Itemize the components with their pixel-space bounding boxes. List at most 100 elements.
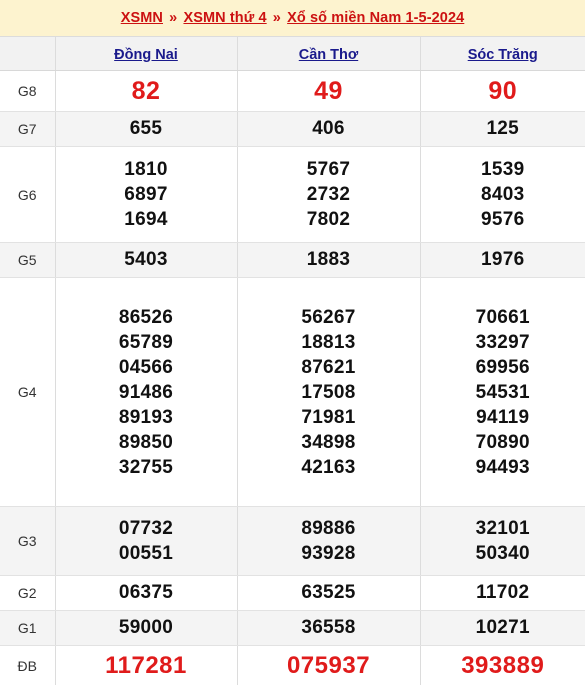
prize-number: 91486 (56, 380, 237, 405)
prize-label-g3: G3 (0, 507, 55, 576)
prize-number: 9576 (421, 207, 585, 232)
breadcrumb-link-2[interactable]: XSMN thứ 4 (183, 10, 266, 26)
prize-cell: 86526657890456691486891938985032755 (55, 278, 237, 507)
prize-cell: 82 (55, 71, 237, 112)
prize-number: 56267 (238, 305, 420, 330)
prize-number: 94493 (421, 455, 585, 480)
prize-cell: 8988693928 (237, 507, 420, 576)
prize-number: 70661 (421, 305, 585, 330)
prize-number: 71981 (238, 405, 420, 430)
table-body: G8824990G7655406125G61810689716945767273… (0, 71, 585, 685)
prize-number: 34898 (238, 430, 420, 455)
prize-number: 00551 (56, 541, 237, 566)
prize-number: 87621 (238, 355, 420, 380)
prize-number: 69956 (421, 355, 585, 380)
breadcrumb-link-0[interactable]: XSMN (121, 10, 163, 26)
table-row: G8824990 (0, 71, 585, 112)
prize-number: 5767 (238, 157, 420, 182)
prize-cell: 06375 (55, 576, 237, 611)
prize-number: 04566 (56, 355, 237, 380)
prize-number: 32755 (56, 455, 237, 480)
lottery-results-table: Đồng Nai Cần Thơ Sóc Trăng G8824990G7655… (0, 36, 585, 685)
prize-label-g4: G4 (0, 278, 55, 507)
province-link-soc-trang[interactable]: Sóc Trăng (468, 47, 538, 63)
table-row: G1590003655810271 (0, 611, 585, 646)
prize-label-g2: G2 (0, 576, 55, 611)
prize-number: 1694 (56, 207, 237, 232)
prize-number: 33297 (421, 330, 585, 355)
prize-number: 65789 (56, 330, 237, 355)
breadcrumb-separator: » (169, 10, 177, 26)
prize-cell: 5403 (55, 243, 237, 278)
prize-cell: 655 (55, 112, 237, 147)
prize-cell: 393889 (420, 646, 585, 685)
prize-cell: 3210150340 (420, 507, 585, 576)
prize-cell: 36558 (237, 611, 420, 646)
prize-label-g6: G6 (0, 147, 55, 243)
prize-number: 94119 (421, 405, 585, 430)
prize-number: 2732 (238, 182, 420, 207)
prize-number: 18813 (238, 330, 420, 355)
prize-label-đb: ĐB (0, 646, 55, 685)
prize-number: 54531 (421, 380, 585, 405)
prize-label-g8: G8 (0, 71, 55, 112)
prize-number: 50340 (421, 541, 585, 566)
prize-cell: 125 (420, 112, 585, 147)
breadcrumb-bar: XSMN » XSMN thứ 4 » Xổ số miền Nam 1-5-2… (0, 0, 585, 36)
prize-number: 6897 (56, 182, 237, 207)
prize-number: 1810 (56, 157, 237, 182)
column-header-can-tho: Cần Thơ (237, 37, 420, 71)
prize-cell: 70661332976995654531941197089094493 (420, 278, 585, 507)
breadcrumb-link-4[interactable]: Xổ số miền Nam 1-5-2024 (287, 10, 464, 26)
lottery-results-page: XSMN » XSMN thứ 4 » Xổ số miền Nam 1-5-2… (0, 0, 585, 684)
table-row: ĐB117281075937393889 (0, 646, 585, 685)
prize-number: 8403 (421, 182, 585, 207)
prize-cell: 59000 (55, 611, 237, 646)
prize-number: 93928 (238, 541, 420, 566)
prize-number: 89193 (56, 405, 237, 430)
prize-number: 1539 (421, 157, 585, 182)
prize-label-g7: G7 (0, 112, 55, 147)
column-header-dong-nai: Đồng Nai (55, 37, 237, 71)
column-header-soc-trang: Sóc Trăng (420, 37, 585, 71)
prize-number: 32101 (421, 516, 585, 541)
prize-cell: 90 (420, 71, 585, 112)
table-row: G2063756352511702 (0, 576, 585, 611)
province-link-dong-nai[interactable]: Đồng Nai (114, 47, 178, 63)
prize-label-g5: G5 (0, 243, 55, 278)
prize-cell: 075937 (237, 646, 420, 685)
prize-cell: 49 (237, 71, 420, 112)
breadcrumb: XSMN » XSMN thứ 4 » Xổ số miền Nam 1-5-2… (121, 10, 465, 26)
prize-cell: 576727327802 (237, 147, 420, 243)
prize-cell: 406 (237, 112, 420, 147)
prize-number: 42163 (238, 455, 420, 480)
table-row: G3077320055189886939283210150340 (0, 507, 585, 576)
prize-number: 70890 (421, 430, 585, 455)
prize-number: 17508 (238, 380, 420, 405)
prize-cell: 63525 (237, 576, 420, 611)
table-header-row: Đồng Nai Cần Thơ Sóc Trăng (0, 37, 585, 71)
prize-cell: 1883 (237, 243, 420, 278)
prize-label-g1: G1 (0, 611, 55, 646)
prize-number: 7802 (238, 207, 420, 232)
prize-cell: 1976 (420, 243, 585, 278)
prize-cell: 56267188138762117508719813489842163 (237, 278, 420, 507)
table-row: G486526657890456691486891938985032755562… (0, 278, 585, 507)
prize-cell: 153984039576 (420, 147, 585, 243)
table-row: G7655406125 (0, 112, 585, 147)
prize-cell: 11702 (420, 576, 585, 611)
prize-cell: 117281 (55, 646, 237, 685)
prize-cell: 10271 (420, 611, 585, 646)
table-row: G6181068971694576727327802153984039576 (0, 147, 585, 243)
corner-header-cell (0, 37, 55, 71)
prize-cell: 0773200551 (55, 507, 237, 576)
prize-number: 89850 (56, 430, 237, 455)
prize-number: 86526 (56, 305, 237, 330)
prize-number: 07732 (56, 516, 237, 541)
prize-number: 89886 (238, 516, 420, 541)
table-row: G5540318831976 (0, 243, 585, 278)
table-head: Đồng Nai Cần Thơ Sóc Trăng (0, 37, 585, 71)
breadcrumb-separator: » (273, 10, 281, 26)
province-link-can-tho[interactable]: Cần Thơ (299, 47, 358, 63)
prize-cell: 181068971694 (55, 147, 237, 243)
